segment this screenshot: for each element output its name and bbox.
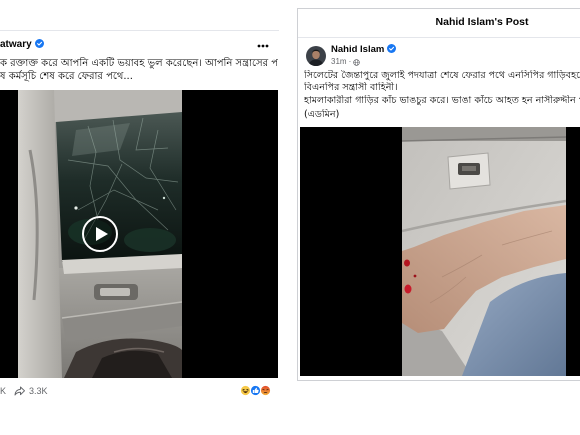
more-dots-icon [257, 44, 269, 48]
post-author-row: Nahid Islam [331, 44, 397, 56]
post-text-line-2: বিএনপির সন্ত্রাসী বাহিনী। [304, 82, 398, 93]
angry-icon [260, 385, 271, 396]
meta-separator: · [348, 57, 352, 66]
post-text-line-1: ক রক্তাক্ত করে আপনি একটি ভয়াবহ ভুল করেছ… [0, 58, 278, 69]
post-meta: 31m · [331, 57, 360, 67]
play-icon [92, 226, 109, 242]
comment-count[interactable]: K [0, 384, 6, 398]
verified-badge-icon [387, 44, 397, 53]
post-text-line-2: ষ কর্মসূচি শেষ করে ফেরার পথে... [0, 71, 133, 82]
post-dialog: Nahid Islam's Post Nahid Islam 31m · সিল… [297, 8, 580, 381]
post-text-line-4: (এডমিন) [304, 109, 340, 120]
more-options-button[interactable] [255, 42, 270, 50]
post-text-line-1: সিলেটের জৈন্তাপুরে জুলাই পদযাত্রা শেষে ফ… [304, 70, 580, 81]
video-player[interactable] [0, 90, 278, 378]
post-author-name[interactable]: Nahid Islam [331, 44, 384, 55]
play-button[interactable] [82, 216, 118, 252]
verified-badge-icon [34, 39, 44, 48]
author-avatar[interactable] [306, 46, 326, 66]
post-text-line-3: হামলাকারীরা গাড়ির কাঁচ ভাঙচুর করে। ভাঙা… [304, 95, 580, 106]
share-icon[interactable] [14, 386, 25, 396]
post-author-name[interactable]: atwary [0, 39, 32, 50]
dialog-title: Nahid Islam's Post [435, 16, 529, 28]
post-photo[interactable] [300, 127, 580, 376]
reaction-summary[interactable] [240, 385, 271, 397]
engagement-bar: K 3.3K [0, 384, 278, 398]
share-count[interactable]: 3.3K [29, 384, 48, 398]
post-timestamp[interactable]: 31m [331, 57, 347, 67]
post-author-row: atwary [0, 38, 44, 51]
left-post-card: atwary ক রক্তাক্ত করে আপনি একটি ভয়াবহ ভ… [0, 30, 279, 402]
header-divider [298, 37, 580, 38]
globe-icon[interactable] [353, 58, 360, 66]
post-photo-image [402, 127, 566, 376]
